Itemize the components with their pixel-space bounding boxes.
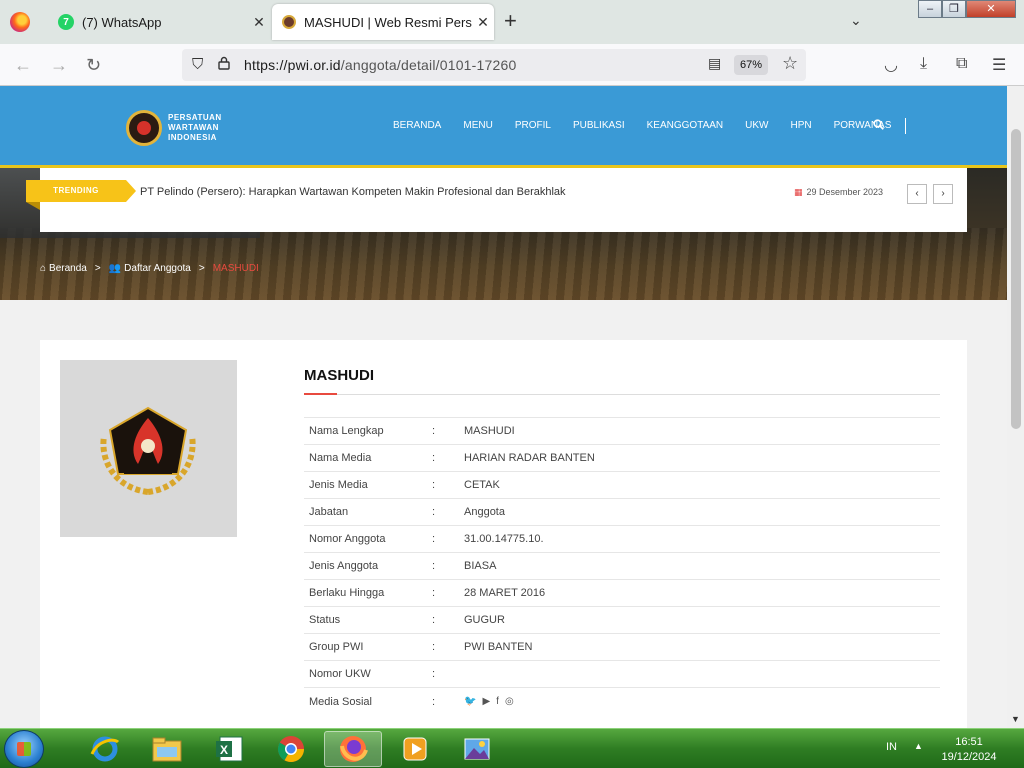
menu-icon[interactable]: ☰ <box>992 55 1006 75</box>
whatsapp-icon: 7 <box>58 14 74 30</box>
pocket-icon[interactable]: ◡ <box>884 55 898 75</box>
close-icon[interactable]: ✕ <box>248 14 270 31</box>
youtube-icon[interactable]: ▶ <box>482 696 490 707</box>
nav-publikasi[interactable]: PUBLIKASI <box>573 120 625 134</box>
table-row: Nomor Anggota : 31.00.14775.10. <box>304 526 940 553</box>
trending-headline[interactable]: PT Pelindo (Persero): Harapkan Wartawan … <box>140 186 566 198</box>
pwi-emblem-icon <box>100 406 196 495</box>
language-indicator[interactable]: IN <box>886 741 897 753</box>
back-button[interactable]: ← <box>14 54 32 76</box>
system-clock[interactable]: 16:51 19/12/2024 <box>936 735 1002 765</box>
window-controls: – ❐ ✕ <box>918 0 1016 20</box>
table-row: Nama Lengkap : MASHUDI <box>304 418 940 445</box>
chrome-icon[interactable] <box>262 731 320 767</box>
ie-icon[interactable] <box>76 731 134 767</box>
url-bar[interactable]: ⛉ https://pwi.or.id/anggota/detail/0101-… <box>182 49 806 81</box>
pwi-logo[interactable]: PERSATUAN WARTAWAN INDONESIA <box>126 110 222 146</box>
nav-profil[interactable]: PROFIL <box>515 120 551 134</box>
search-icon[interactable] <box>873 119 884 130</box>
restore-button[interactable]: ❐ <box>942 0 966 18</box>
browser-nav-bar: ← → ↻ ⛉ https://pwi.or.id/anggota/detail… <box>0 44 1024 86</box>
facebook-icon[interactable]: f <box>496 696 499 707</box>
home-icon: ⌂ <box>40 263 47 274</box>
forward-button[interactable]: → <box>50 54 68 76</box>
breadcrumb: ⌂ Beranda > 👥 Daftar Anggota > MASHUDI <box>40 263 259 274</box>
nav-beranda[interactable]: BERANDA <box>393 120 441 134</box>
table-row: Nomor UKW : <box>304 661 940 688</box>
trending-badge: TRENDING <box>26 180 136 210</box>
twitter-icon[interactable]: 🐦 <box>464 696 476 707</box>
pwi-emblem-icon <box>126 110 162 146</box>
trending-prev-button[interactable]: ‹ <box>907 184 927 204</box>
excel-icon[interactable]: X <box>200 731 258 767</box>
social-links: 🐦 ▶ f ◎ <box>464 696 940 707</box>
site-header: PERSATUAN WARTAWAN INDONESIA BERANDA MEN… <box>0 86 1007 168</box>
table-row: Nama Media : HARIAN RADAR BANTEN <box>304 445 940 472</box>
firefox-taskbar-icon[interactable] <box>324 731 382 767</box>
windows-taskbar: X IN ▲ 16:51 19/12/2024 <box>0 728 1024 768</box>
member-info-table: Nama Lengkap : MASHUDI Nama Media : HARI… <box>304 417 940 715</box>
trending-next-button[interactable]: › <box>933 184 953 204</box>
nav-keanggotaan[interactable]: KEANGGOTAAN <box>647 120 724 134</box>
nav-divider <box>905 118 907 134</box>
table-row: Berlaku Hingga : 28 MARET 2016 <box>304 580 940 607</box>
bookmark-star-icon[interactable]: ☆ <box>782 53 798 74</box>
start-button[interactable] <box>4 730 44 768</box>
pwi-favicon <box>282 15 296 29</box>
tab-whatsapp[interactable]: 7 (7) WhatsApp ✕ <box>44 4 270 40</box>
lock-icon[interactable] <box>218 56 230 70</box>
reader-view-icon[interactable]: ▤ <box>708 55 721 72</box>
trending-date: ▦ 29 Desember 2023 <box>794 187 884 197</box>
member-name: MASHUDI <box>304 367 374 384</box>
extensions-icon[interactable]: ⧉ <box>956 55 967 73</box>
table-row: Jabatan : Anggota <box>304 499 940 526</box>
minimize-button[interactable]: – <box>918 0 942 18</box>
table-row: Jenis Anggota : BIASA <box>304 553 940 580</box>
window-close-button[interactable]: ✕ <box>966 0 1016 18</box>
calendar-icon: ▦ <box>794 187 803 197</box>
nav-ukw[interactable]: UKW <box>745 120 768 134</box>
table-row: Jenis Media : CETAK <box>304 472 940 499</box>
zoom-level[interactable]: 67% <box>734 55 768 75</box>
list-all-tabs-button[interactable]: ⌄ <box>850 12 862 29</box>
tracking-shield-icon[interactable]: ⛉ <box>192 56 203 73</box>
main-nav: BERANDA MENU PROFIL PUBLIKASI KEANGGOTAA… <box>393 118 914 134</box>
clock-time: 16:51 <box>955 736 983 748</box>
clock-date: 19/12/2024 <box>941 751 997 763</box>
table-row: Status : GUGUR <box>304 607 940 634</box>
explorer-icon[interactable] <box>138 731 196 767</box>
downloads-icon[interactable]: ⤓ <box>920 55 927 73</box>
member-photo <box>60 360 237 537</box>
scroll-down-arrow[interactable]: ▼ <box>1011 714 1020 724</box>
member-card: MASHUDI Nama Lengkap : MASHUDI Nama Medi… <box>40 340 967 740</box>
table-row: Media Sosial : 🐦 ▶ f ◎ <box>304 688 940 715</box>
url-text[interactable]: https://pwi.or.id/anggota/detail/0101-17… <box>244 57 516 73</box>
show-hidden-icons-button[interactable]: ▲ <box>914 741 923 751</box>
page-scrollbar[interactable]: ▼ <box>1007 86 1024 728</box>
firefox-icon[interactable] <box>10 12 30 32</box>
media-player-icon[interactable] <box>386 731 444 767</box>
breadcrumb-home[interactable]: Beranda <box>49 263 87 274</box>
table-row: Group PWI : PWI BANTEN <box>304 634 940 661</box>
tab-label: (7) WhatsApp <box>82 14 162 30</box>
nav-menu[interactable]: MENU <box>463 120 492 134</box>
hero-banner: TRENDING PT Pelindo (Persero): Harapkan … <box>0 168 1007 300</box>
tab-label: MASHUDI | Web Resmi Persatuan Wartawan I… <box>304 14 472 30</box>
new-tab-button[interactable]: + <box>504 10 517 32</box>
reload-button[interactable]: ↻ <box>86 54 101 76</box>
close-icon[interactable]: ✕ <box>472 14 494 31</box>
scrollbar-thumb[interactable] <box>1011 129 1021 429</box>
trending-bar: TRENDING PT Pelindo (Persero): Harapkan … <box>26 168 967 232</box>
breadcrumb-current: MASHUDI <box>212 263 259 274</box>
instagram-icon[interactable]: ◎ <box>505 696 514 707</box>
breadcrumb-list[interactable]: Daftar Anggota <box>124 263 191 274</box>
users-icon: 👥 <box>108 263 122 274</box>
nav-hpn[interactable]: HPN <box>790 120 811 134</box>
browser-tab-bar: 7 (7) WhatsApp ✕ MASHUDI | Web Resmi Per… <box>0 0 1024 44</box>
title-underline <box>304 393 940 395</box>
svg-text:X: X <box>220 743 228 757</box>
photo-app-icon[interactable] <box>448 731 506 767</box>
tab-pwi[interactable]: MASHUDI | Web Resmi Persatuan Wartawan I… <box>272 4 494 40</box>
